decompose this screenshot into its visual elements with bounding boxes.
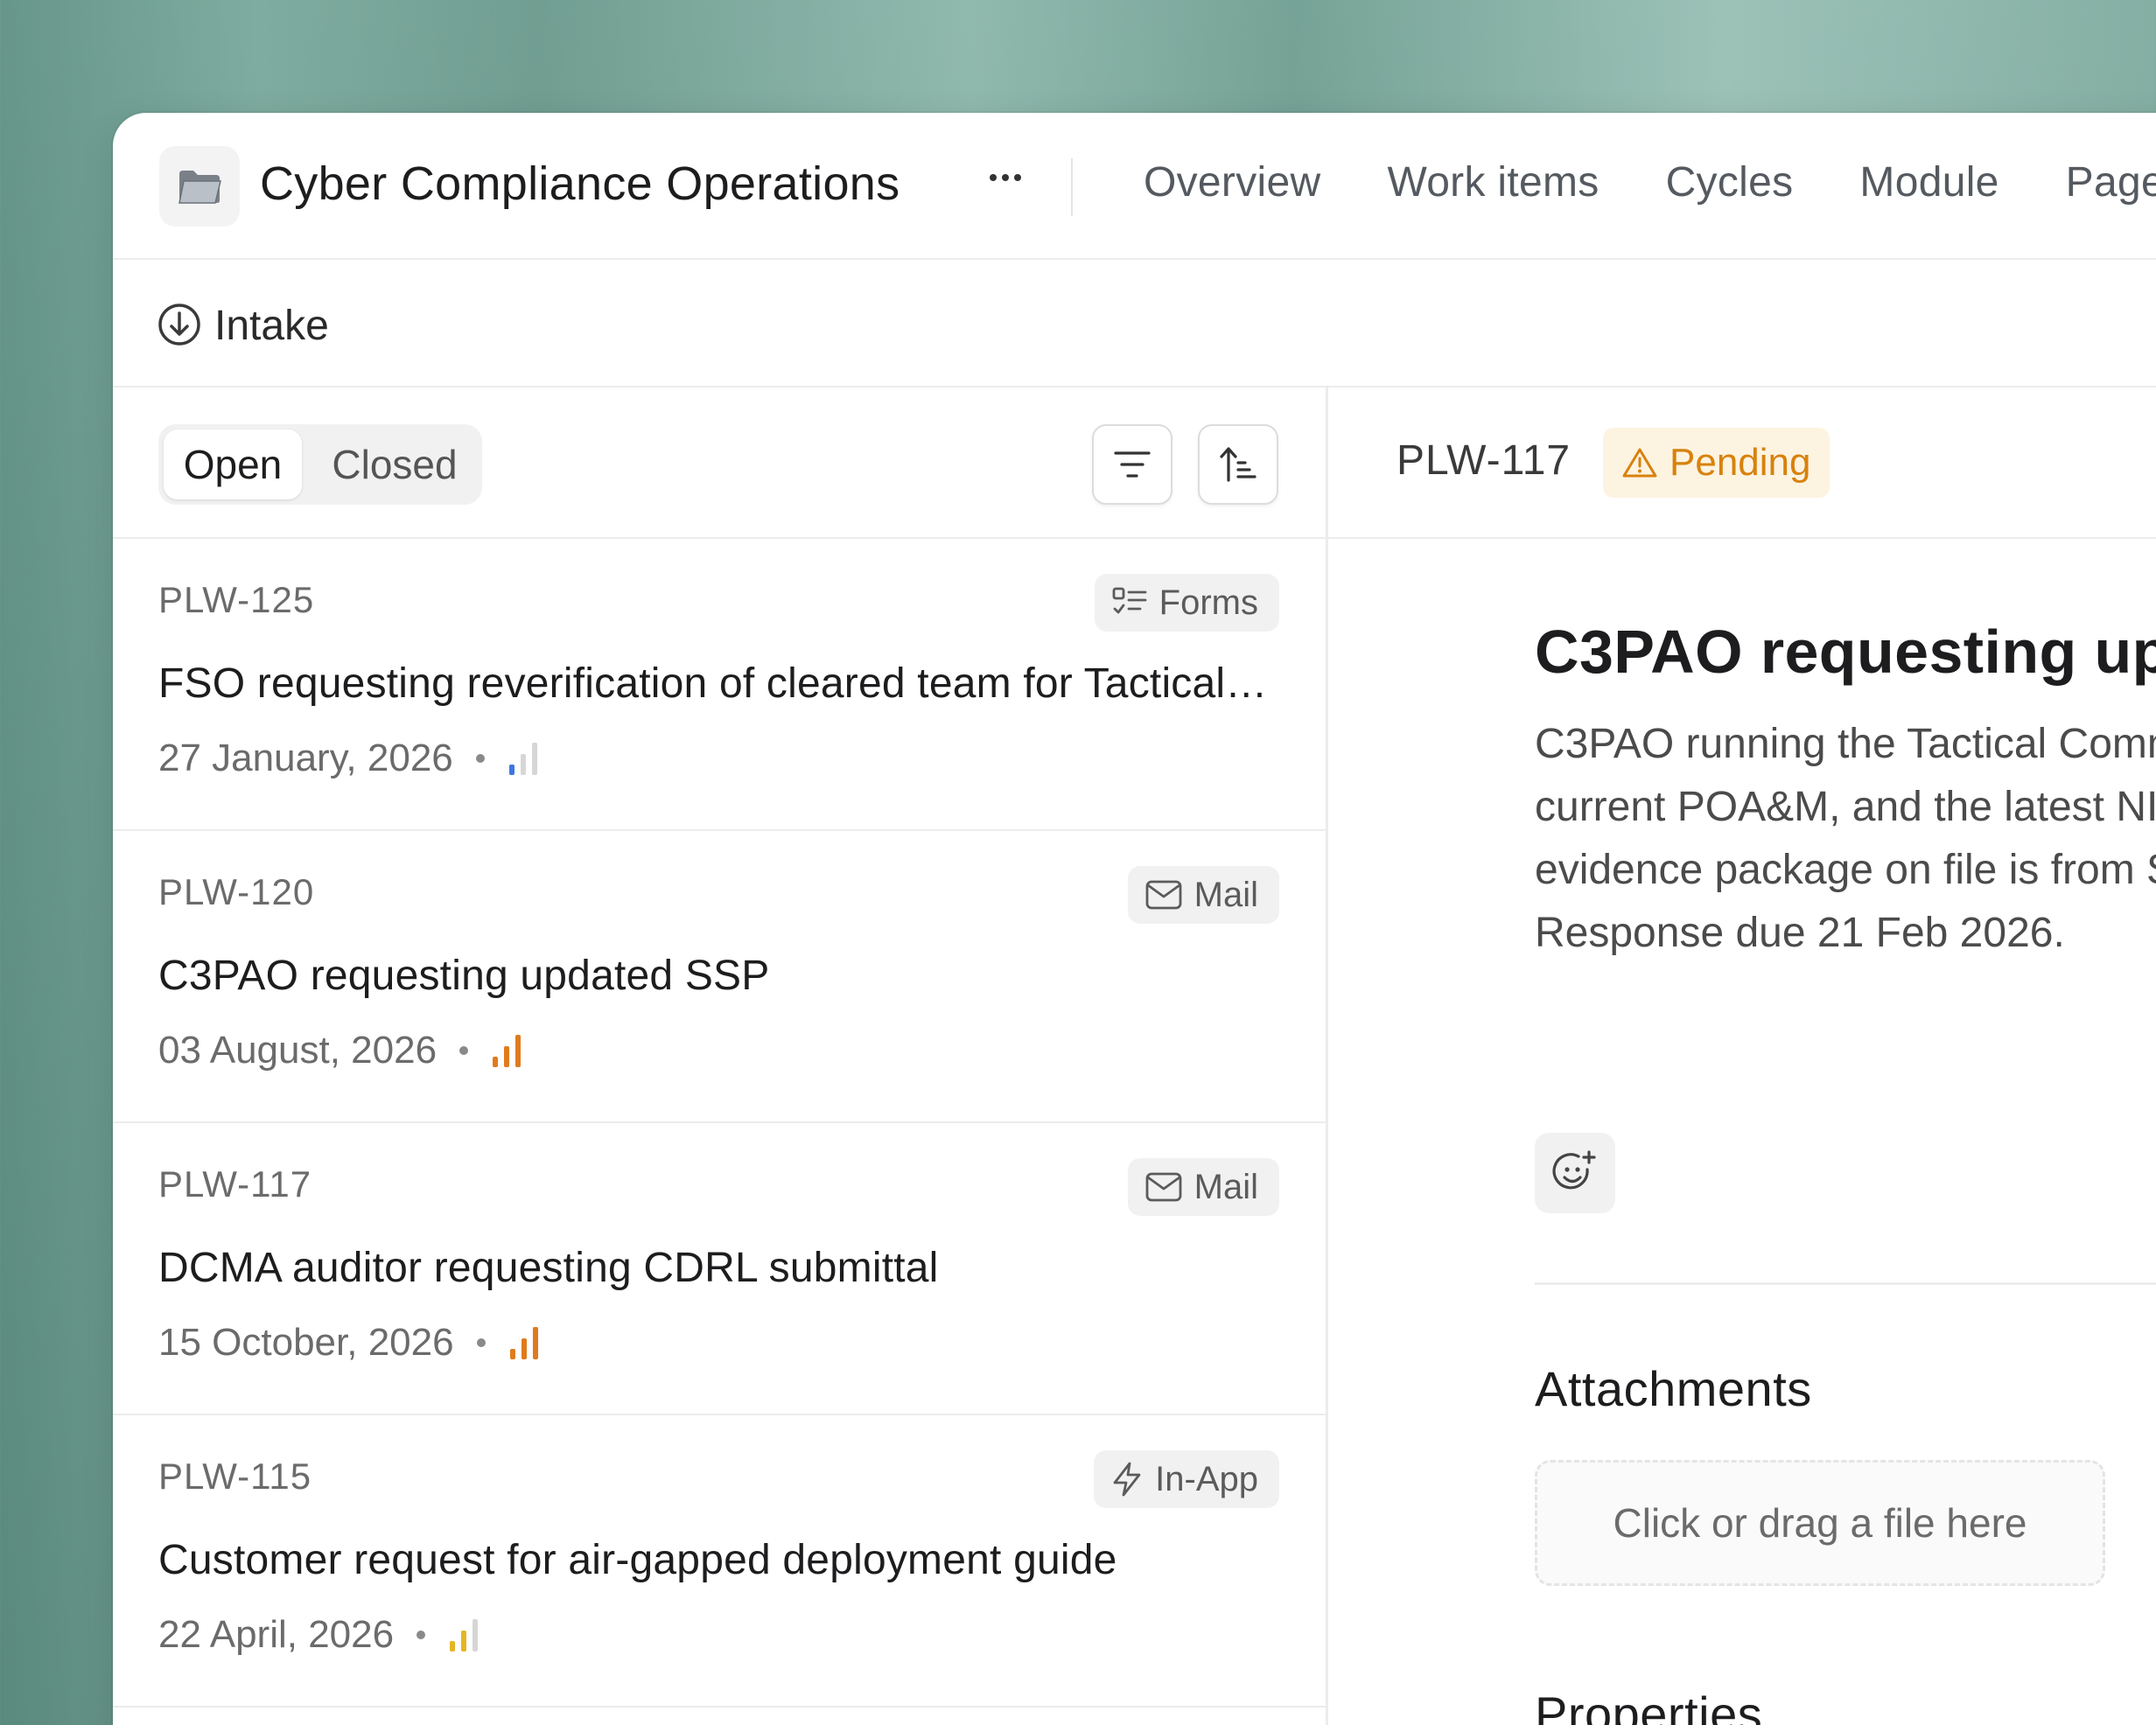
more-options-button[interactable] bbox=[979, 151, 1032, 204]
open-closed-toggle: Open Closed bbox=[158, 424, 482, 505]
source-label: Mail bbox=[1194, 875, 1258, 914]
intake-header: Intake bbox=[113, 260, 2156, 388]
app-window: Cyber Compliance Operations Overview Wor… bbox=[113, 113, 2156, 1725]
section-divider bbox=[1535, 1282, 2156, 1285]
intake-title[interactable]: Intake bbox=[214, 302, 329, 350]
item-meta: 22 April, 2026 bbox=[158, 1613, 480, 1657]
detail-id: PLW-117 bbox=[1396, 437, 1572, 484]
filter-icon bbox=[1114, 451, 1151, 478]
item-meta: 15 October, 2026 bbox=[158, 1321, 540, 1365]
tab-work-items[interactable]: Work items bbox=[1387, 158, 1599, 206]
separator-dot bbox=[476, 1338, 486, 1347]
properties-title: Properties bbox=[1535, 1687, 1763, 1725]
lightning-icon bbox=[1113, 1462, 1141, 1497]
sort-button[interactable] bbox=[1198, 424, 1278, 505]
description-line: current POA&M, and the latest NIST bbox=[1535, 784, 2156, 830]
folder-icon[interactable] bbox=[159, 146, 240, 227]
description-line: evidence package on file is from Se bbox=[1535, 847, 2156, 893]
mail-icon bbox=[1145, 880, 1182, 910]
source-badge: Mail bbox=[1127, 866, 1279, 924]
source-badge: In-App bbox=[1094, 1450, 1279, 1508]
item-meta: 27 January, 2026 bbox=[158, 737, 539, 780]
item-id: PLW-115 bbox=[158, 1456, 312, 1497]
priority-high-icon bbox=[509, 1327, 538, 1359]
item-date: 03 August, 2026 bbox=[158, 1029, 438, 1072]
separator-dot bbox=[475, 754, 485, 763]
tab-overview[interactable]: Overview bbox=[1144, 158, 1320, 206]
source-badge: Forms bbox=[1094, 574, 1279, 632]
item-id: PLW-120 bbox=[158, 871, 315, 912]
detail-header: PLW-117 Pending bbox=[1328, 388, 2156, 539]
description-line: Response due 21 Feb 2026. bbox=[1535, 910, 2065, 956]
detail-title[interactable]: C3PAO requesting updated SSP bbox=[1535, 617, 2156, 687]
item-id: PLW-125 bbox=[158, 579, 315, 620]
closed-tab[interactable]: Closed bbox=[316, 430, 473, 499]
priority-medium-icon bbox=[450, 1619, 479, 1652]
item-title: FSO requesting reverification of cleared… bbox=[158, 660, 1273, 707]
tab-cycles[interactable]: Cycles bbox=[1666, 158, 1794, 206]
tab-pages[interactable]: Pages bbox=[2066, 158, 2156, 206]
item-meta: 03 August, 2026 bbox=[158, 1029, 522, 1072]
project-nav-tabs: Overview Work items Cycles Module Pages bbox=[1144, 158, 2156, 206]
detail-description[interactable]: C3PAO running the Tactical Comms current… bbox=[1535, 713, 2156, 965]
list-toolbar: Open Closed bbox=[113, 388, 1326, 539]
intake-arrow-icon bbox=[158, 304, 200, 346]
source-label: Mail bbox=[1194, 1167, 1258, 1206]
item-title: Customer request for air-gapped deployme… bbox=[158, 1537, 1117, 1583]
source-label: Forms bbox=[1158, 583, 1258, 622]
project-title[interactable]: Cyber Compliance Operations bbox=[260, 157, 900, 211]
item-date: 15 October, 2026 bbox=[158, 1321, 454, 1364]
item-date: 22 April, 2026 bbox=[158, 1613, 395, 1656]
status-badge[interactable]: Pending bbox=[1603, 428, 1830, 498]
intake-list-panel: Open Closed PLW-125 Forms FSO requesting… bbox=[113, 388, 1328, 1725]
tab-module[interactable]: Module bbox=[1859, 158, 1998, 206]
source-badge: Mail bbox=[1127, 1158, 1279, 1216]
separator-dot bbox=[416, 1631, 426, 1639]
add-reaction-button[interactable] bbox=[1535, 1133, 1615, 1213]
status-label: Pending bbox=[1670, 441, 1811, 484]
item-date: 27 January, 2026 bbox=[158, 737, 453, 779]
filter-button[interactable] bbox=[1092, 424, 1172, 505]
file-dropzone[interactable]: Click or drag a file here bbox=[1535, 1460, 2105, 1586]
source-label: In-App bbox=[1155, 1459, 1258, 1498]
item-id: PLW-117 bbox=[158, 1163, 312, 1205]
project-header: Cyber Compliance Operations Overview Wor… bbox=[113, 113, 2156, 260]
item-title: DCMA auditor requesting CDRL submittal bbox=[158, 1245, 939, 1291]
warning-icon bbox=[1622, 448, 1657, 478]
description-line: C3PAO running the Tactical Comms bbox=[1535, 721, 2156, 767]
list-item[interactable]: PLW-117 Mail DCMA auditor requesting CDR… bbox=[113, 1123, 1326, 1415]
separator-dot bbox=[459, 1046, 469, 1055]
list-item[interactable]: PLW-115 In-App Customer request for air-… bbox=[113, 1415, 1326, 1708]
open-tab[interactable]: Open bbox=[164, 430, 302, 499]
attachments-title: Attachments bbox=[1535, 1361, 1812, 1416]
form-icon bbox=[1112, 587, 1147, 614]
list-item[interactable]: PLW-120 Mail C3PAO requesting updated SS… bbox=[113, 831, 1326, 1123]
header-divider bbox=[1071, 158, 1073, 216]
mail-icon bbox=[1145, 1172, 1182, 1202]
intake-detail-panel: PLW-117 Pending C3PAO requesting updated… bbox=[1328, 388, 2156, 1725]
ellipsis-icon bbox=[990, 174, 1021, 181]
sort-ascending-icon bbox=[1220, 447, 1256, 482]
item-title: C3PAO requesting updated SSP bbox=[158, 953, 770, 999]
priority-high-icon bbox=[493, 1035, 522, 1067]
list-item[interactable]: PLW-125 Forms FSO requesting reverificat… bbox=[113, 539, 1326, 831]
priority-low-icon bbox=[508, 743, 537, 775]
emoji-add-icon bbox=[1552, 1150, 1596, 1190]
